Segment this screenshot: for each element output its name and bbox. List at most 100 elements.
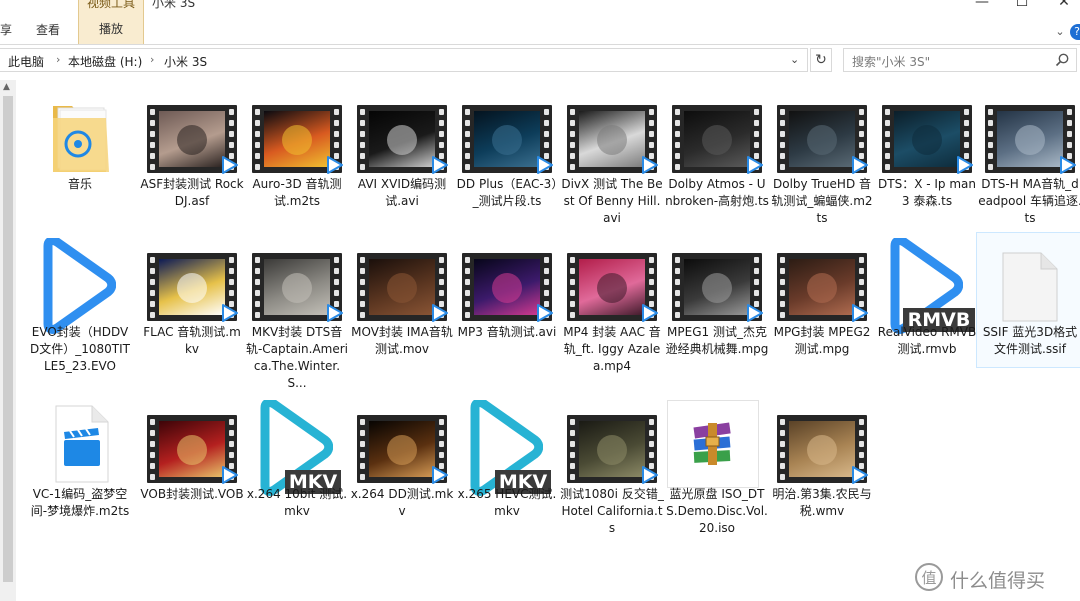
- file-thumbnail: [770, 90, 874, 176]
- play-overlay-icon: [852, 156, 868, 174]
- chevron-down-icon[interactable]: ⌄: [1052, 24, 1068, 40]
- file-thumbnail: [140, 400, 244, 486]
- tab-share[interactable]: 享: [0, 20, 12, 40]
- refresh-icon[interactable]: ↻: [810, 48, 832, 72]
- watermark-logo-icon: 值: [915, 563, 943, 591]
- file-thumbnail: [455, 238, 559, 324]
- video-thumbnail: [147, 105, 238, 174]
- file-name: SSIF 蓝光3D格式文件测试.ssif: [982, 325, 1078, 356]
- close-button[interactable]: ✕: [1044, 0, 1080, 12]
- video-frame: [159, 421, 225, 477]
- context-group-label: 视频工具: [86, 0, 135, 10]
- address-bar[interactable]: 此电脑 › 本地磁盘 (H:) › 小米 3S ⌄: [0, 48, 808, 72]
- breadcrumb-folder[interactable]: 小米 3S: [164, 53, 207, 70]
- video-thumbnail: [882, 105, 973, 174]
- file-name: MPEG1 测试_杰克逊经典机械舞.mpg: [665, 325, 769, 356]
- play-overlay-icon: [1060, 156, 1076, 174]
- file-thumbnail: [245, 238, 349, 324]
- play-overlay-icon: [642, 466, 658, 484]
- breadcrumb-separator[interactable]: ›: [56, 53, 60, 66]
- file-name: DTS-H MA音轨_deadpool 车辆追逐.ts: [978, 177, 1080, 225]
- breadcrumb-this-pc[interactable]: 此电脑: [8, 53, 44, 70]
- file-thumbnail: [665, 90, 769, 176]
- video-frame: [369, 259, 435, 315]
- tab-play-label: 播放: [98, 22, 123, 36]
- file-name: x.265 HEVC测试.mkv: [457, 487, 557, 518]
- video-frame: [159, 111, 225, 167]
- svg-text:值: 值: [921, 569, 936, 587]
- file-thumbnail: [350, 238, 454, 324]
- tab-play[interactable]: 视频工具 播放: [78, 0, 144, 44]
- video-thumbnail: [252, 253, 343, 322]
- address-dropdown-icon[interactable]: ⌄: [790, 53, 799, 66]
- file-name: MKV封装 DTS音轨-Captain.America.The.Winter.S…: [245, 325, 349, 390]
- play-overlay-icon: [327, 304, 343, 322]
- maximize-button[interactable]: ☐: [1002, 0, 1042, 12]
- file-thumbnail: [560, 90, 664, 176]
- file-thumbnail: [140, 90, 244, 176]
- video-thumbnail: [462, 105, 553, 174]
- breadcrumb-separator[interactable]: ›: [150, 53, 154, 66]
- site-watermark: 值 什么值得买: [914, 562, 1074, 592]
- video-thumbnail: [777, 105, 868, 174]
- file-thumbnail: [560, 400, 664, 486]
- file-name: AVI XVID编码测试.avi: [357, 177, 447, 208]
- file-thumbnail: [665, 238, 769, 324]
- file-name: 音乐: [67, 177, 92, 191]
- file-thumbnail: [28, 90, 132, 176]
- video-thumbnail: [985, 105, 1076, 174]
- watermark-text: 什么值得买: [950, 570, 1046, 592]
- file-name: VC-1编码_盗梦空间-梦境爆炸.m2ts: [30, 487, 130, 518]
- file-name: DTS：X - Ip man 3 泰森.ts: [878, 177, 976, 208]
- file-thumbnail: [978, 90, 1080, 176]
- file-thumbnail: [770, 238, 874, 324]
- video-frame: [789, 259, 855, 315]
- video-frame: [684, 259, 750, 315]
- video-frame: [579, 421, 645, 477]
- play-overlay-icon: [957, 156, 973, 174]
- file-thumbnail: MKV: [245, 400, 349, 496]
- file-name: Auro-3D 音轨测试.m2ts: [252, 177, 342, 208]
- video-frame: [159, 259, 225, 315]
- search-icon[interactable]: [1054, 52, 1070, 68]
- video-thumbnail: [462, 253, 553, 322]
- video-frame: [579, 259, 645, 315]
- file-name: RealVideo RMVB测试.rmvb: [877, 325, 977, 356]
- file-name: MP4 封装 AAC 音轨_ft. Iggy Azalea.mp4: [563, 325, 661, 373]
- file-name: DivX 测试 The Best Of Benny Hill.avi: [561, 177, 663, 225]
- video-thumbnail: [777, 415, 868, 484]
- minimize-button[interactable]: —: [962, 0, 1002, 12]
- help-icon[interactable]: ?: [1070, 24, 1080, 40]
- scroll-up-icon[interactable]: ▲: [3, 82, 10, 92]
- file-thumbnail: [28, 400, 132, 486]
- file-name: VOB封装测试.VOB: [140, 487, 244, 501]
- file-name: ASF封装测试 Rock DJ.asf: [140, 177, 244, 208]
- file-name: Dolby Atmos - Unbroken-高射炮.ts: [665, 177, 769, 208]
- video-frame: [789, 421, 855, 477]
- video-frame: [579, 111, 645, 167]
- breadcrumb-drive[interactable]: 本地磁盘 (H:): [68, 53, 142, 70]
- play-overlay-icon: [432, 156, 448, 174]
- video-thumbnail: [567, 253, 658, 322]
- file-thumbnail: [455, 90, 559, 176]
- file-thumbnail: [560, 238, 664, 324]
- media-player-icon: [43, 238, 116, 334]
- file-thumbnail: [245, 90, 349, 176]
- video-frame: [684, 111, 750, 167]
- tab-view[interactable]: 查看: [36, 20, 60, 40]
- scrollbar-thumb[interactable]: [3, 96, 13, 582]
- play-overlay-icon: [747, 156, 763, 174]
- video-thumbnail: [357, 253, 448, 322]
- file-thumbnail: [978, 238, 1080, 324]
- file-name: MOV封装 IMA音轨测试.mov: [351, 325, 453, 356]
- play-overlay-icon: [222, 466, 238, 484]
- play-overlay-icon: [642, 156, 658, 174]
- window-title: 小米 3S: [152, 0, 196, 10]
- video-frame: [474, 259, 540, 315]
- winrar-icon: [693, 422, 731, 465]
- vertical-scrollbar[interactable]: ▲: [0, 80, 16, 601]
- file-thumbnail: [875, 90, 979, 176]
- file-thumbnail: RMVB: [875, 238, 979, 334]
- file-name: MP3 音轨测试.avi: [457, 325, 557, 339]
- search-input[interactable]: 搜索"小米 3S": [843, 48, 1077, 72]
